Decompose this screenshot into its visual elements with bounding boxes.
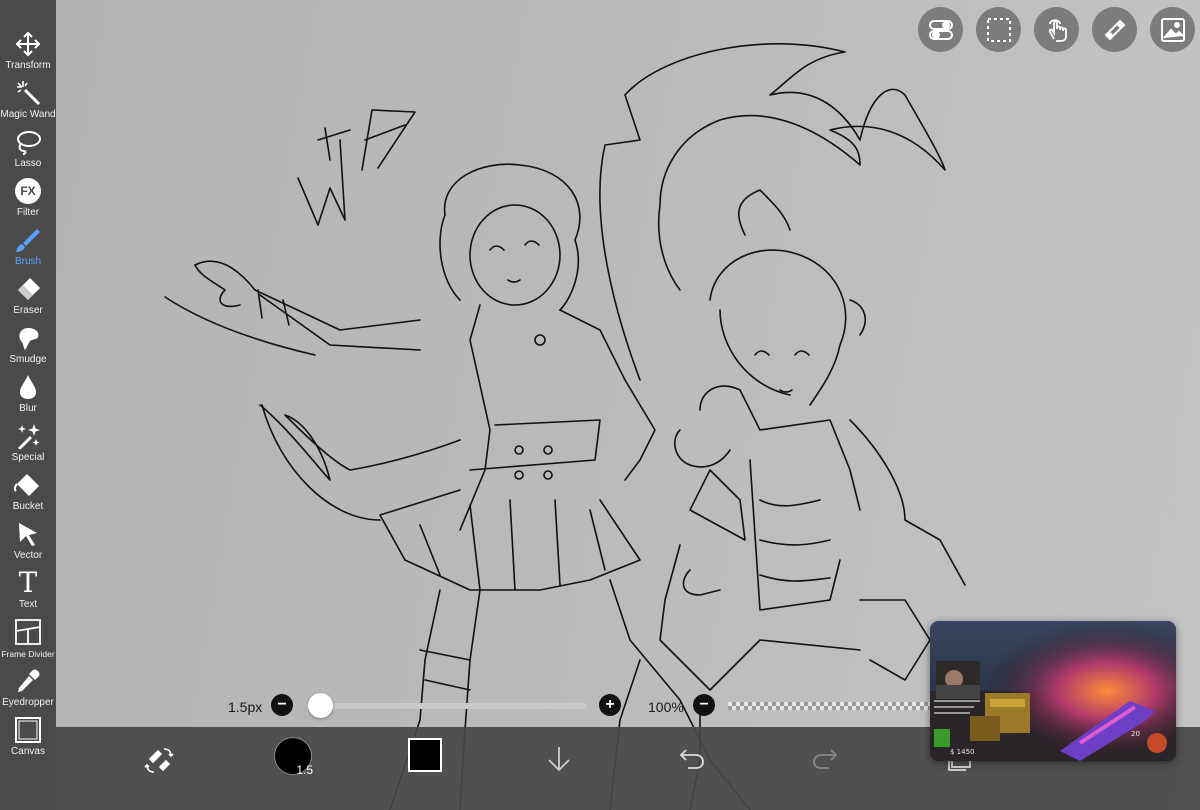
tool-label: Transform [5,60,51,71]
brush-swap-icon [144,748,174,773]
undo-button[interactable] [678,745,706,776]
sparkle-icon [14,422,42,450]
brush-size-slider[interactable] [306,703,586,709]
toggle-button[interactable] [918,7,963,52]
tool-eyedropper[interactable]: Eyedropper [0,667,56,716]
magic-wand-icon [14,79,42,107]
lasso-icon [14,128,42,156]
tool-label: Eyedropper [2,697,54,708]
top-action-bar [918,7,1195,52]
selection-icon [986,17,1011,42]
tool-special[interactable]: Special [0,422,56,471]
ruler-icon [1104,19,1125,40]
brush-icon [14,226,42,254]
tool-frame-divider[interactable]: Frame Divider [0,618,56,667]
tool-label: Frame Divider [1,649,55,659]
tool-vector[interactable]: Vector [0,520,56,569]
tool-lasso[interactable]: Lasso [0,128,56,177]
tool-label: Text [18,599,38,610]
tool-label: Brush [14,256,42,267]
brush-swap-button[interactable] [144,745,174,780]
brush-size-label: 1.5px [228,699,263,715]
selection-button[interactable] [976,7,1021,52]
tool-transform[interactable]: Transform [0,30,56,79]
smudge-icon [14,324,42,352]
tool-canvas[interactable]: Canvas [0,716,56,765]
canvas-icon [14,716,42,744]
tool-brush[interactable]: Brush [0,226,56,275]
tool-filter[interactable]: FX Filter [0,177,56,226]
size-decrease-button[interactable]: − [271,694,293,716]
tool-sidebar: Transform Magic Wand Lasso FX Filter Bru… [0,0,56,810]
brush-size-thumb[interactable] [308,693,333,718]
size-increase-button[interactable]: + [599,694,621,716]
redo-icon [813,749,838,769]
text-icon: T [18,566,38,599]
current-color-swatch [408,738,442,772]
tool-blur[interactable]: Blur [0,373,56,422]
redo-button[interactable] [811,745,839,776]
touch-button[interactable] [1034,7,1079,52]
frame-divider-icon [14,618,42,646]
fx-icon: FX [14,177,42,205]
touch-icon [1048,18,1067,42]
undo-icon [679,749,704,769]
toggle-icon [928,19,953,40]
tool-label: Blur [19,403,37,414]
picture-in-picture-video[interactable]: $ 1450 20 [930,621,1176,761]
opacity-label: 100% [648,699,684,715]
cursor-arrow-icon [14,520,42,548]
move-arrows-icon [14,30,42,58]
tool-label: Special [11,452,45,463]
game-score: $ 1450 [950,748,975,756]
down-arrow-icon [548,747,570,772]
tool-label: Filter [16,207,40,218]
tool-label: Magic Wand [0,109,56,120]
ruler-button[interactable] [1092,7,1137,52]
opacity-decrease-button[interactable]: − [693,694,715,716]
material-image-icon [1160,17,1185,42]
tool-text[interactable]: T Text [0,569,56,618]
tool-label: Bucket [12,501,44,512]
tool-magic-wand[interactable]: Magic Wand [0,79,56,128]
tool-label: Eraser [13,305,43,316]
brush-size-badge: 1.5 [296,763,313,777]
tool-eraser[interactable]: Eraser [0,275,56,324]
eraser-icon [14,275,42,303]
tool-label: Vector [13,550,43,561]
game-round: 20 [1131,730,1140,738]
tool-label: Lasso [14,158,42,169]
brush-size-indicator[interactable]: 1.5 [274,737,313,777]
eyedropper-icon [14,667,42,695]
bucket-icon [14,471,42,499]
tool-label: Canvas [11,746,45,757]
tool-bucket[interactable]: Bucket [0,471,56,520]
save-download-button[interactable] [546,745,572,778]
opacity-slider[interactable] [728,702,938,710]
color-picker-button[interactable] [408,738,442,772]
tool-smudge[interactable]: Smudge [0,324,56,373]
blur-drop-icon [14,373,42,401]
tool-label: Smudge [9,354,47,365]
material-button[interactable] [1150,7,1195,52]
game-video-frame [930,621,1176,761]
